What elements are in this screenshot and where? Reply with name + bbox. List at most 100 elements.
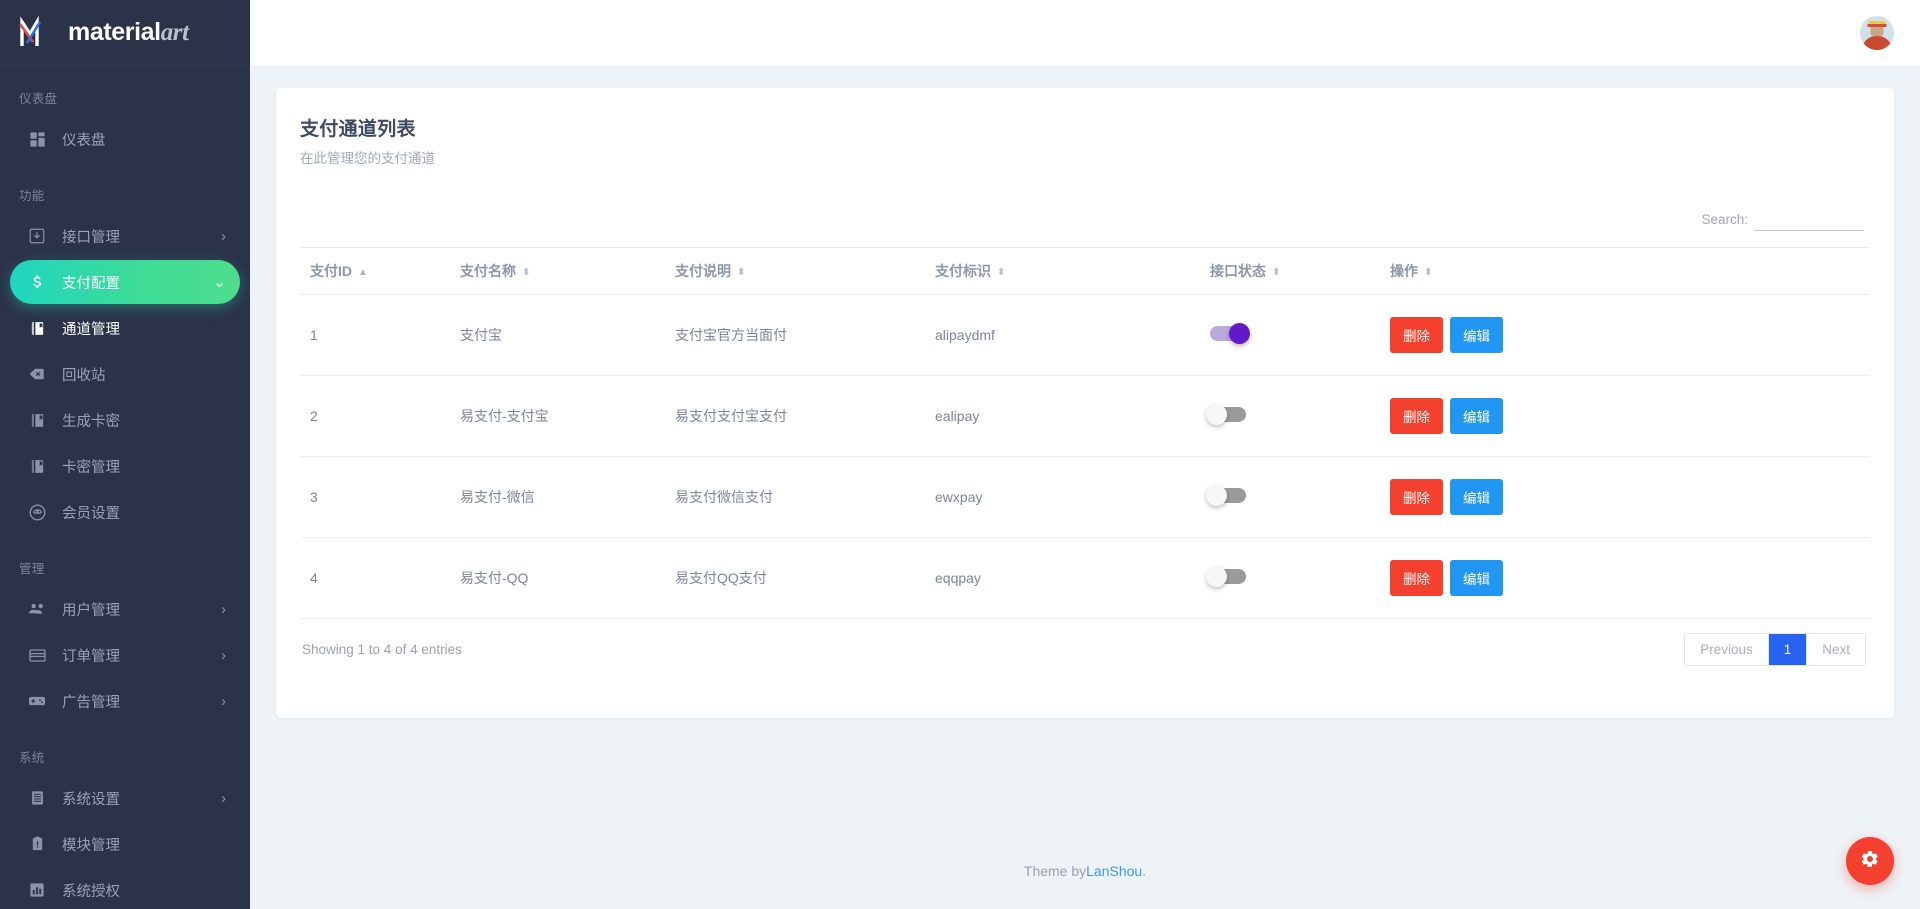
avatar-body <box>1862 36 1892 50</box>
sidebar-item-label: 接口管理 <box>62 226 221 247</box>
pagination: Previous 1 Next <box>1684 633 1866 666</box>
footer-dot: . <box>1142 863 1146 879</box>
sidebar-item-0-list[interactable]: 系统设置› <box>10 776 240 820</box>
table-column-header[interactable]: 支付标识⬍ <box>925 248 1200 295</box>
footer-text: Theme by <box>1024 863 1086 879</box>
gamepad-icon <box>26 690 48 712</box>
delete-button[interactable]: 删除 <box>1390 479 1443 515</box>
pagination-next[interactable]: Next <box>1807 634 1865 665</box>
cell-id: 2 <box>300 376 450 457</box>
edit-button[interactable]: 编辑 <box>1450 317 1503 353</box>
cell-actions: 删除编辑 <box>1380 538 1870 619</box>
edit-button[interactable]: 编辑 <box>1450 479 1503 515</box>
delete-button[interactable]: 删除 <box>1390 398 1443 434</box>
delete-button[interactable]: 删除 <box>1390 317 1443 353</box>
delete-tag-icon <box>26 363 48 385</box>
cell-status <box>1200 457 1380 538</box>
sidebar-section-title: 仪表盘 <box>0 66 250 115</box>
sidebar-item-3-delete-tag[interactable]: 回收站 <box>10 352 240 396</box>
page-title: 支付通道列表 <box>300 114 1870 141</box>
chevron-right-icon: › <box>221 602 226 617</box>
table-column-header[interactable]: 支付说明 ⬍ <box>665 248 925 295</box>
sidebar-nav: 仪表盘仪表盘功能接口管理›支付配置⌄通道管理回收站生成卡密卡密管理会员设置管理用… <box>0 66 250 909</box>
sidebar-item-5-book[interactable]: 卡密管理 <box>10 444 240 488</box>
search-label: Search: <box>1701 212 1748 231</box>
cell-name: 支付宝 <box>450 295 665 376</box>
sidebar-item-2-gamepad[interactable]: 广告管理› <box>10 679 240 723</box>
chevron-right-icon: › <box>221 648 226 663</box>
sidebar-item-1-clipboard-alert[interactable]: 模块管理 <box>10 822 240 866</box>
table-column-header[interactable]: 操作⬍ <box>1380 248 1870 295</box>
cell-actions: 删除编辑 <box>1380 376 1870 457</box>
column-label: 支付标识 <box>935 263 991 279</box>
main-area: 支付通道列表 在此管理您的支付通道 Search: 支付ID▲支付名称⬍支付说明… <box>250 0 1920 909</box>
footer: Theme by LanShou. <box>250 833 1920 909</box>
table-row: 2易支付-支付宝易支付支付宝支付ealipay删除编辑 <box>300 376 1870 457</box>
entries-info: Showing 1 to 4 of 4 entries <box>300 642 462 657</box>
sidebar: materialart 仪表盘仪表盘功能接口管理›支付配置⌄通道管理回收站生成卡… <box>0 0 250 909</box>
chevron-down-icon: ⌄ <box>213 275 226 290</box>
payment-channels-card: 支付通道列表 在此管理您的支付通道 Search: 支付ID▲支付名称⬍支付说明… <box>276 88 1894 718</box>
face-icon <box>26 501 48 523</box>
sidebar-item-label: 回收站 <box>62 364 226 385</box>
edit-button[interactable]: 编辑 <box>1450 398 1503 434</box>
sidebar-section-title: 管理 <box>0 536 250 585</box>
table-column-header[interactable]: 支付名称⬍ <box>450 248 665 295</box>
download-box-icon <box>26 225 48 247</box>
topbar <box>250 0 1920 66</box>
interface-status-toggle[interactable] <box>1210 407 1246 422</box>
interface-status-toggle[interactable] <box>1210 326 1246 341</box>
interface-status-toggle[interactable] <box>1210 569 1246 584</box>
edit-button[interactable]: 编辑 <box>1450 560 1503 596</box>
chevron-right-icon: › <box>221 791 226 806</box>
sidebar-item-label: 订单管理 <box>62 645 221 666</box>
sidebar-item-0-dashboard[interactable]: 仪表盘 <box>10 117 240 161</box>
cell-status <box>1200 376 1380 457</box>
settings-fab-button[interactable] <box>1846 837 1894 885</box>
cell-flag: ewxpay <box>925 457 1200 538</box>
sidebar-item-label: 用户管理 <box>62 599 221 620</box>
table-column-header[interactable]: 接口状态⬍ <box>1200 248 1380 295</box>
list-icon <box>26 787 48 809</box>
card-icon <box>26 644 48 666</box>
column-label: 支付说明 <box>675 263 731 279</box>
toggle-knob <box>1206 566 1227 587</box>
pagination-page-1[interactable]: 1 <box>1769 634 1808 665</box>
interface-status-toggle[interactable] <box>1210 488 1246 503</box>
cell-id: 4 <box>300 538 450 619</box>
column-label: 操作 <box>1390 263 1418 279</box>
chart-box-icon <box>26 879 48 901</box>
payment-channels-table: 支付ID▲支付名称⬍支付说明⬍支付标识⬍接口状态⬍操作⬍ 1支付宝支付宝官方当面… <box>300 247 1870 619</box>
sidebar-item-1-dollar[interactable]: 支付配置⌄ <box>10 260 240 304</box>
sidebar-item-6-face[interactable]: 会员设置 <box>10 490 240 534</box>
sidebar-item-label: 系统设置 <box>62 788 221 809</box>
sidebar-item-1-card[interactable]: 订单管理› <box>10 633 240 677</box>
sidebar-item-2-chart-box[interactable]: 系统授权 <box>10 868 240 909</box>
brand-suffix: art <box>161 19 189 46</box>
search-input[interactable] <box>1754 209 1864 231</box>
sidebar-section-title: 功能 <box>0 163 250 212</box>
sidebar-item-label: 支付配置 <box>62 272 213 293</box>
cell-id: 1 <box>300 295 450 376</box>
search-box[interactable]: Search: <box>1701 209 1864 231</box>
sidebar-item-0-users[interactable]: 用户管理› <box>10 587 240 631</box>
sidebar-item-2-book[interactable]: 通道管理 <box>10 306 240 350</box>
dashboard-icon <box>26 128 48 150</box>
cell-name: 易支付-微信 <box>450 457 665 538</box>
table-column-header[interactable]: 支付ID▲ <box>300 248 450 295</box>
table-body: 1支付宝支付宝官方当面付alipaydmf删除编辑2易支付-支付宝易支付支付宝支… <box>300 295 1870 619</box>
sort-both-icon: ⬍ <box>1272 268 1280 278</box>
cell-desc: 易支付微信支付 <box>665 457 925 538</box>
pagination-previous[interactable]: Previous <box>1685 634 1769 665</box>
chevron-right-icon: › <box>221 229 226 244</box>
table-head: 支付ID▲支付名称⬍支付说明⬍支付标识⬍接口状态⬍操作⬍ <box>300 248 1870 295</box>
delete-button[interactable]: 删除 <box>1390 560 1443 596</box>
brand-logo-area[interactable]: materialart <box>0 0 250 66</box>
brand-name: material <box>68 18 161 46</box>
cell-name: 易支付-支付宝 <box>450 376 665 457</box>
footer-link[interactable]: LanShou <box>1086 863 1142 879</box>
sidebar-item-4-book[interactable]: 生成卡密 <box>10 398 240 442</box>
sidebar-item-0-download-box[interactable]: 接口管理› <box>10 214 240 258</box>
sort-both-icon: ⬍ <box>737 268 745 278</box>
avatar[interactable] <box>1860 16 1894 50</box>
